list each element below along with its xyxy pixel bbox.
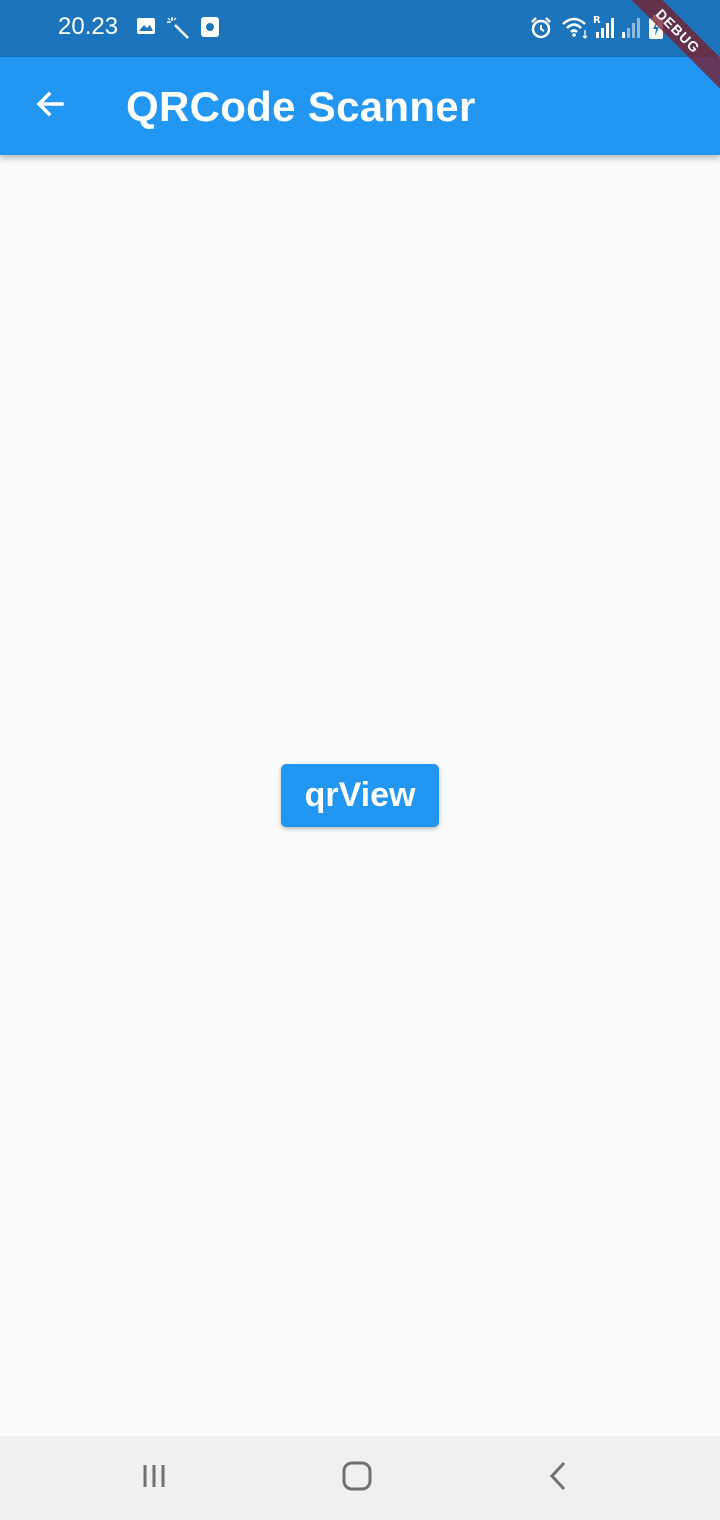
system-nav-bar (0, 1436, 720, 1520)
wifi-icon (561, 16, 591, 45)
image-icon (136, 16, 156, 41)
screen-record-icon (200, 16, 220, 43)
arrow-back-icon (34, 88, 66, 125)
status-time: 20.23 (58, 13, 119, 40)
app-bar: QRCode Scanner (0, 57, 720, 155)
magic-wand-icon (166, 16, 190, 45)
battery-charging-icon (648, 14, 664, 45)
recent-apps-icon (140, 1462, 170, 1495)
svg-text:R: R (593, 15, 601, 26)
home-button[interactable] (332, 1458, 382, 1498)
signal-roaming-icon: R (592, 14, 616, 45)
back-chevron-icon (547, 1460, 571, 1497)
signal-icon (620, 14, 642, 45)
alarm-icon (529, 16, 553, 45)
recent-apps-button[interactable] (130, 1458, 180, 1498)
page-title: QRCode Scanner (126, 83, 476, 130)
qrview-button[interactable]: qrView (281, 764, 439, 827)
nav-back-button[interactable] (534, 1458, 584, 1498)
back-button[interactable] (24, 80, 76, 132)
home-icon (341, 1460, 373, 1497)
status-bar: 20.23 R (0, 0, 720, 57)
